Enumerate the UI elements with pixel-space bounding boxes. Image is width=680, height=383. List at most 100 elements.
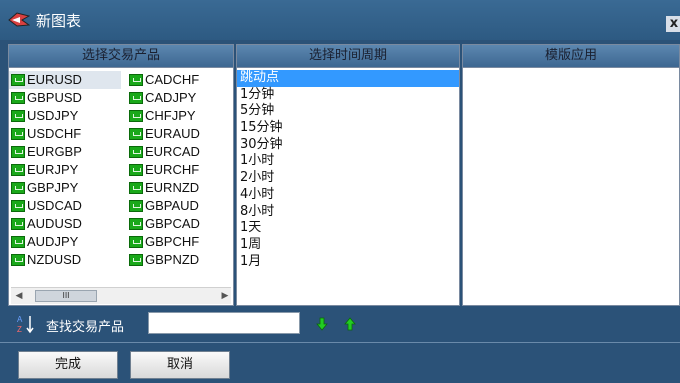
symbol-chart-icon [11,74,25,86]
search-input[interactable] [148,312,300,334]
arrow-down-icon[interactable] [316,317,328,331]
scroll-right-icon[interactable]: ▶ [219,290,231,302]
symbol-item[interactable]: USDCHF [9,125,121,143]
symbol-chart-icon [11,236,25,248]
symbol-label: EURGBP [27,144,82,159]
symbol-label: AUDUSD [27,216,82,231]
symbol-label: GBPNZD [145,252,200,267]
symbol-item[interactable]: AUDJPY [9,233,121,251]
title-bar: 新图表 x [0,0,680,40]
symbol-label: GBPUSD [27,90,82,105]
timeframe-item[interactable]: 1分钟 [237,87,459,104]
window-title: 新图表 [36,12,82,30]
symbol-label: USDCAD [27,198,82,213]
chart-bird-icon [8,12,30,27]
sort-az-icon[interactable]: A Z [16,313,36,335]
symbol-chart-icon [11,92,25,104]
symbol-label: CHFJPY [145,108,196,123]
symbol-label: CADCHF [145,72,200,87]
symbol-chart-icon [129,218,143,230]
symbol-chart-icon [11,164,25,176]
new-chart-dialog: 新图表 x 选择交易产品 EURUSD GBPUSD USDJPY USDCHF EUR… [0,0,680,383]
symbol-item[interactable]: GBPCAD [127,215,233,233]
svg-text:Z: Z [17,325,22,334]
timeframes-panel: 选择时间周期 跳动点 1分钟 5分钟 15分钟 30分钟 1小时 2小时 4小时 8小时 1天 1周… [236,44,460,306]
symbol-label: USDJPY [27,108,79,123]
timeframe-item[interactable]: 1小时 [237,153,459,170]
timeframe-item[interactable]: 1周 [237,237,459,254]
symbol-chart-icon [11,182,25,194]
symbol-item[interactable]: CADCHF [127,71,233,89]
symbol-label: EURCHF [145,162,200,177]
symbol-chart-icon [11,146,25,158]
symbol-item[interactable]: USDJPY [9,107,121,125]
symbol-chart-icon [129,200,143,212]
symbol-chart-icon [11,218,25,230]
scroll-left-icon[interactable]: ◀ [13,290,25,302]
timeframe-item[interactable]: 15分钟 [237,120,459,137]
timeframe-item[interactable]: 4小时 [237,187,459,204]
symbol-item[interactable]: GBPJPY [9,179,121,197]
templates-header: 模版应用 [463,45,679,68]
timeframe-item[interactable]: 2小时 [237,170,459,187]
symbol-item[interactable]: EURAUD [127,125,233,143]
symbol-item[interactable]: EURJPY [9,161,121,179]
symbols-header: 选择交易产品 [9,45,233,68]
symbol-label: GBPAUD [145,198,199,213]
templates-panel: 模版应用 [462,44,680,306]
ok-button[interactable]: 完成 [18,351,118,379]
symbol-label: USDCHF [27,126,82,141]
symbol-chart-icon [129,128,143,140]
close-button[interactable]: x [666,16,680,32]
symbol-item[interactable]: EURUSD [9,71,121,89]
symbol-item[interactable]: CADJPY [127,89,233,107]
search-label: 查找交易产品 [46,320,125,335]
timeframe-item[interactable]: 5分钟 [237,103,459,120]
symbol-label: NZDUSD [27,252,82,267]
symbol-label: CADJPY [145,90,197,105]
symbols-panel: 选择交易产品 EURUSD GBPUSD USDJPY USDCHF EURGBP EUR… [8,44,234,306]
arrow-up-icon[interactable] [344,317,356,331]
horizontal-scrollbar[interactable]: ◀ III ▶ [11,287,231,304]
symbol-item[interactable]: USDCAD [9,197,121,215]
symbol-chart-icon [129,110,143,122]
timeframe-list: 跳动点 1分钟 5分钟 15分钟 30分钟 1小时 2小时 4小时 8小时 1天 1周 1月 [237,70,459,270]
timeframes-header: 选择时间周期 [237,45,459,68]
timeframe-item[interactable]: 1月 [237,254,459,271]
symbol-chart-icon [11,200,25,212]
symbol-chart-icon [129,92,143,104]
timeframe-item[interactable]: 8小时 [237,204,459,221]
symbol-label: AUDJPY [27,234,79,249]
symbol-item[interactable]: GBPNZD [127,251,233,269]
symbol-label: EURCAD [145,144,200,159]
timeframe-item[interactable]: 1天 [237,220,459,237]
symbol-chart-icon [129,236,143,248]
symbol-item[interactable]: AUDUSD [9,215,121,233]
scroll-thumb[interactable]: III [35,290,97,302]
symbol-item[interactable]: EURCAD [127,143,233,161]
symbol-item[interactable]: CHFJPY [127,107,233,125]
symbol-label: EURNZD [145,180,200,195]
symbol-label: GBPCAD [145,216,200,231]
timeframe-item[interactable]: 跳动点 [237,70,459,87]
symbol-chart-icon [11,110,25,122]
symbol-chart-icon [129,182,143,194]
cancel-button[interactable]: 取消 [130,351,230,379]
symbol-item[interactable]: EURNZD [127,179,233,197]
symbol-item[interactable]: GBPCHF [127,233,233,251]
symbol-chart-icon [129,74,143,86]
symbol-label: GBPCHF [145,234,200,249]
symbol-chart-icon [11,254,25,266]
symbol-label: GBPJPY [27,180,79,195]
symbol-chart-icon [129,146,143,158]
symbol-item[interactable]: EURCHF [127,161,233,179]
symbol-item[interactable]: EURGBP [9,143,121,161]
symbol-item[interactable]: GBPUSD [9,89,121,107]
timeframe-item[interactable]: 30分钟 [237,137,459,154]
symbol-item[interactable]: GBPAUD [127,197,233,215]
search-bar: A Z 查找交易产品 [8,308,680,340]
button-bar: 完成 取消 [0,342,680,383]
symbol-item[interactable]: NZDUSD [9,251,121,269]
symbol-chart-icon [11,128,25,140]
symbol-label: EURAUD [145,126,200,141]
